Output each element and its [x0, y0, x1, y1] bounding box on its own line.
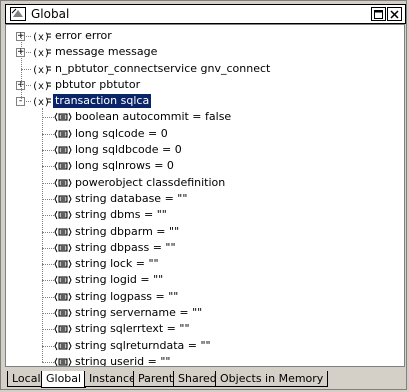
variable-icon: (x)	[32, 32, 51, 43]
node-label: error error	[55, 29, 112, 42]
property-label: string dbparm = ""	[75, 224, 180, 238]
tab-global[interactable]: Global	[41, 371, 87, 388]
property-label: long sqlcode = 0	[75, 126, 168, 140]
tab-strip: Local Global Instance Parent Shared Objects i…	[7, 371, 405, 389]
title-bar[interactable]: Global	[5, 4, 406, 24]
tree-connector	[42, 215, 54, 217]
tab-objects-in-memory[interactable]: Objects in Memory	[215, 371, 329, 387]
property-icon	[54, 243, 72, 253]
tree-child-node[interactable]: string dbms = ""	[6, 207, 404, 223]
tree-connector	[42, 296, 54, 298]
property-icon	[54, 276, 72, 285]
tree-child-node[interactable]: string sqlerrtext = ""	[6, 321, 404, 337]
tree-connector	[42, 231, 54, 233]
property-label: string database = ""	[75, 191, 188, 205]
tree-child-node[interactable]: string dbparm = ""	[6, 224, 404, 240]
window-icon	[10, 7, 26, 21]
property-icon	[54, 292, 72, 301]
property-icon	[54, 325, 72, 334]
property-label: long sqldbcode = 0	[75, 143, 182, 157]
node-label: message message	[55, 45, 158, 59]
tree-connector	[42, 247, 54, 249]
tree-connector	[42, 280, 54, 282]
node-label: n_pbtutor_connectservice gnv_connect	[55, 61, 271, 75]
property-label: powerobject classdefinition	[75, 175, 226, 189]
variables-tree-panel[interactable]: + (x) error error + (x) message message (x) n_p…	[5, 24, 405, 367]
tree-child-node[interactable]: string logpass = ""	[6, 289, 404, 305]
tree-child-node[interactable]: string userid = ""	[6, 354, 404, 367]
property-icon	[54, 211, 72, 220]
tree-child-node[interactable]: powerobject classdefinition	[6, 175, 404, 191]
tree-node[interactable]: + (x) error error	[6, 28, 404, 44]
variables-window: Global + (x) error error + (x) message messag…	[0, 0, 407, 390]
tree-connector	[42, 345, 54, 347]
tree-connector	[42, 264, 54, 266]
property-label: string dbpass = ""	[75, 240, 176, 254]
property-icon	[54, 162, 72, 171]
tree-node[interactable]: - (x) transaction sqlca	[6, 93, 404, 109]
property-label: string sqlerrtext = ""	[75, 322, 190, 336]
close-button[interactable]	[387, 7, 402, 21]
property-icon	[54, 259, 72, 269]
tree-connector	[21, 68, 31, 70]
property-icon	[54, 145, 72, 155]
tree-connector	[42, 182, 54, 184]
property-label: string userid = ""	[75, 354, 171, 367]
tree-child-node[interactable]: string lock = ""	[6, 256, 404, 272]
tree-connector	[42, 198, 54, 200]
variables-tree: + (x) error error + (x) message message (x) n_p…	[6, 28, 404, 367]
tab-parent[interactable]: Parent	[133, 371, 179, 387]
property-label: string lock = ""	[75, 257, 159, 271]
property-label: string dbms = ""	[75, 208, 167, 222]
tree-child-node[interactable]: string database = ""	[6, 191, 404, 207]
tree-child-node[interactable]: string dbpass = ""	[6, 240, 404, 256]
property-icon	[54, 113, 72, 122]
tree-node[interactable]: (x) n_pbtutor_connectservice gnv_connect	[6, 61, 404, 77]
variable-icon: (x)	[32, 48, 51, 59]
tree-child-node[interactable]: string logid = ""	[6, 272, 404, 288]
property-icon	[54, 178, 72, 187]
property-icon	[54, 357, 72, 366]
variable-icon: (x)	[32, 65, 51, 76]
tree-connector	[42, 117, 54, 119]
tree-node[interactable]: + (x) pbtutor pbtutor	[6, 77, 404, 93]
property-icon	[54, 227, 72, 236]
selected-node-label: transaction sqlca	[53, 94, 152, 109]
close-icon	[390, 9, 399, 19]
property-label: string logpass = ""	[75, 289, 179, 303]
tree-child-node[interactable]: string servername = ""	[6, 305, 404, 321]
tree-child-node[interactable]: string sqlreturndata = ""	[6, 338, 404, 354]
property-icon	[54, 341, 72, 350]
variable-icon: (x)	[32, 81, 51, 92]
tree-child-node[interactable]: long sqlcode = 0	[6, 126, 404, 142]
tree-node[interactable]: + (x) message message	[6, 44, 404, 60]
property-icon	[54, 194, 72, 204]
property-label: boolean autocommit = false	[75, 110, 232, 124]
property-label: long sqlnrows = 0	[75, 159, 174, 173]
tree-child-node[interactable]: long sqlnrows = 0	[6, 158, 404, 174]
property-icon	[54, 129, 72, 139]
variable-icon: (x)	[32, 97, 51, 108]
tree-child-node[interactable]: boolean autocommit = false	[6, 109, 404, 125]
tree-guide-line	[42, 107, 43, 363]
maximize-button[interactable]	[371, 7, 386, 21]
tree-connector	[42, 133, 54, 135]
property-label: string sqlreturndata = ""	[75, 338, 211, 352]
maximize-icon	[374, 9, 383, 19]
window-title: Global	[31, 7, 70, 21]
property-label: string logid = ""	[75, 273, 164, 287]
tree-connector	[42, 329, 54, 331]
tab-local[interactable]: Local	[7, 371, 46, 387]
tree-connector	[42, 166, 54, 168]
tree-guide-line	[21, 32, 22, 102]
node-label: pbtutor pbtutor	[55, 77, 141, 91]
tree-connector	[42, 361, 54, 363]
tree-connector	[42, 150, 54, 152]
tree-connector	[42, 313, 54, 315]
property-label: string servername = ""	[75, 306, 203, 320]
property-icon	[54, 308, 72, 318]
tree-child-node[interactable]: long sqldbcode = 0	[6, 142, 404, 158]
